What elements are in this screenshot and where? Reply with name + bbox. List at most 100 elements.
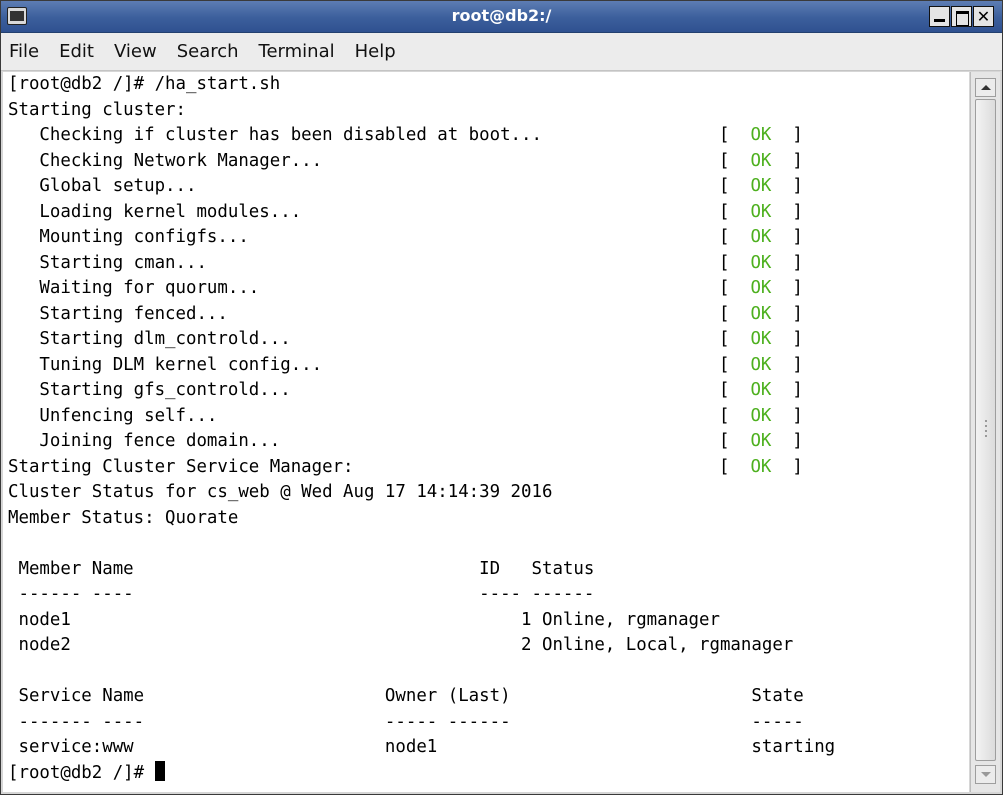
minimize-button[interactable] <box>929 6 950 27</box>
status-close-bracket: ] <box>792 252 803 273</box>
window-title: root@db2:/ <box>451 6 552 25</box>
status-ok-text: OK <box>750 431 772 451</box>
status-close-bracket: ] <box>792 201 803 222</box>
scrollbar-grip <box>985 420 987 440</box>
status-close-bracket: ] <box>792 278 803 298</box>
menu-file[interactable]: File <box>9 41 39 62</box>
maximize-button[interactable] <box>951 6 972 27</box>
terminal-line: Global setup... <box>8 176 197 196</box>
ok-status: [ OK ] <box>719 200 803 226</box>
terminal-line: Starting Cluster Service Manager: <box>8 456 354 477</box>
status-ok-text: OK <box>750 278 772 298</box>
shell-prompt: [root@db2 /]# <box>8 762 155 783</box>
status-open-bracket: [ <box>719 278 730 298</box>
terminal-line: Starting fenced... <box>8 303 228 324</box>
terminal-line: [root@db2 /]# /ha_start.sh <box>8 74 281 94</box>
menu-terminal[interactable]: Terminal <box>259 41 335 62</box>
status-close-bracket: ] <box>792 303 803 324</box>
status-ok-text: OK <box>750 405 772 426</box>
ok-status: [ OK ] <box>719 251 803 277</box>
shell-prompt-line[interactable]: [root@db2 /]# <box>8 760 165 787</box>
status-ok-text: OK <box>750 125 772 145</box>
menu-view[interactable]: View <box>114 41 157 62</box>
status-ok-text: OK <box>750 354 772 375</box>
ok-status: [ OK ] <box>719 276 803 302</box>
terminal-line: Starting cluster: <box>8 99 186 120</box>
close-button[interactable]: ✕ <box>973 6 994 27</box>
ok-status: [ OK ] <box>719 302 803 328</box>
terminal-line: Mounting configfs... <box>8 227 249 247</box>
status-open-bracket: [ <box>719 405 730 426</box>
ok-status: [ OK ] <box>719 327 803 353</box>
ok-status: [ OK ] <box>719 353 803 379</box>
status-close-bracket: ] <box>792 329 803 349</box>
scroll-down-arrow-icon[interactable] <box>975 765 996 784</box>
ok-status: [ OK ] <box>719 225 803 251</box>
status-open-bracket: [ <box>719 201 730 222</box>
status-open-bracket: [ <box>719 227 730 247</box>
terminal-line: Member Status: Quorate <box>8 507 239 528</box>
ok-status: [ OK ] <box>719 378 803 404</box>
menu-help[interactable]: Help <box>355 41 396 62</box>
status-open-bracket: [ <box>719 354 730 375</box>
status-ok-text: OK <box>750 176 772 196</box>
status-ok-text: OK <box>750 380 772 400</box>
status-close-bracket: ] <box>792 150 803 171</box>
status-ok-text: OK <box>750 456 772 477</box>
terminal-line: service:www node1 starting <box>8 737 836 757</box>
status-ok-text: OK <box>750 150 772 171</box>
terminal-line: Unfencing self... <box>8 405 218 426</box>
ok-status: [ OK ] <box>719 404 803 430</box>
status-open-bracket: [ <box>719 329 730 349</box>
menu-search[interactable]: Search <box>177 41 239 62</box>
ok-status: [ OK ] <box>719 429 803 455</box>
terminal-line: node1 1 Online, rgmanager <box>8 609 720 630</box>
terminal-line: Joining fence domain... <box>8 431 281 451</box>
title-bar[interactable]: root@db2:/ ✕ <box>0 0 1003 33</box>
terminal-line: Starting cman... <box>8 252 207 273</box>
text-cursor <box>154 760 165 781</box>
status-open-bracket: [ <box>719 252 730 273</box>
menu-edit[interactable]: Edit <box>59 41 94 62</box>
scrollbar-thumb[interactable] <box>975 99 996 761</box>
terminal-line: Loading kernel modules... <box>8 201 302 222</box>
status-open-bracket: [ <box>719 456 730 477</box>
terminal-line: node2 2 Online, Local, rgmanager <box>8 635 794 655</box>
status-ok-text: OK <box>750 252 772 273</box>
vertical-scrollbar[interactable] <box>970 72 1000 792</box>
ok-status: [ OK ] <box>719 455 803 481</box>
terminal-line: Checking if cluster has been disabled at… <box>8 125 542 145</box>
status-ok-text: OK <box>750 303 772 324</box>
status-ok-text: OK <box>750 201 772 222</box>
status-close-bracket: ] <box>792 405 803 426</box>
terminal-line: Starting dlm_controld... <box>8 329 291 349</box>
menu-bar: File Edit View Search Terminal Help <box>0 33 1003 71</box>
status-close-bracket: ] <box>792 456 803 477</box>
terminal-line: Member Name ID Status <box>8 558 595 579</box>
terminal-line: Checking Network Manager... <box>8 150 323 171</box>
status-open-bracket: [ <box>719 431 730 451</box>
status-close-bracket: ] <box>792 431 803 451</box>
status-close-bracket: ] <box>792 380 803 400</box>
terminal-line: Service Name Owner (Last) State <box>8 686 804 706</box>
terminal-line: Tuning DLM kernel config... <box>8 354 323 375</box>
terminal-line: ------- ---- ----- ------ ----- <box>8 711 804 732</box>
status-close-bracket: ] <box>792 125 803 145</box>
status-close-bracket: ] <box>792 227 803 247</box>
ok-status: [ OK ] <box>719 149 803 175</box>
status-open-bracket: [ <box>719 176 730 196</box>
ok-status: [ OK ] <box>719 174 803 200</box>
status-ok-text: OK <box>750 329 772 349</box>
status-ok-text: OK <box>750 227 772 247</box>
terminal-output[interactable]: [root@db2 /]# /ha_start.sh Starting clust… <box>3 72 969 792</box>
status-open-bracket: [ <box>719 125 730 145</box>
terminal-line: Starting gfs_controld... <box>8 380 291 400</box>
status-close-bracket: ] <box>792 354 803 375</box>
status-open-bracket: [ <box>719 150 730 171</box>
scroll-up-arrow-icon[interactable] <box>975 78 996 97</box>
status-open-bracket: [ <box>719 380 730 400</box>
terminal-line: Waiting for quorum... <box>8 278 260 298</box>
terminal-line: ------ ---- ---- ------ <box>8 584 595 604</box>
ok-status: [ OK ] <box>719 123 803 149</box>
terminal-line: Cluster Status for cs_web @ Wed Aug 17 1… <box>8 482 553 502</box>
